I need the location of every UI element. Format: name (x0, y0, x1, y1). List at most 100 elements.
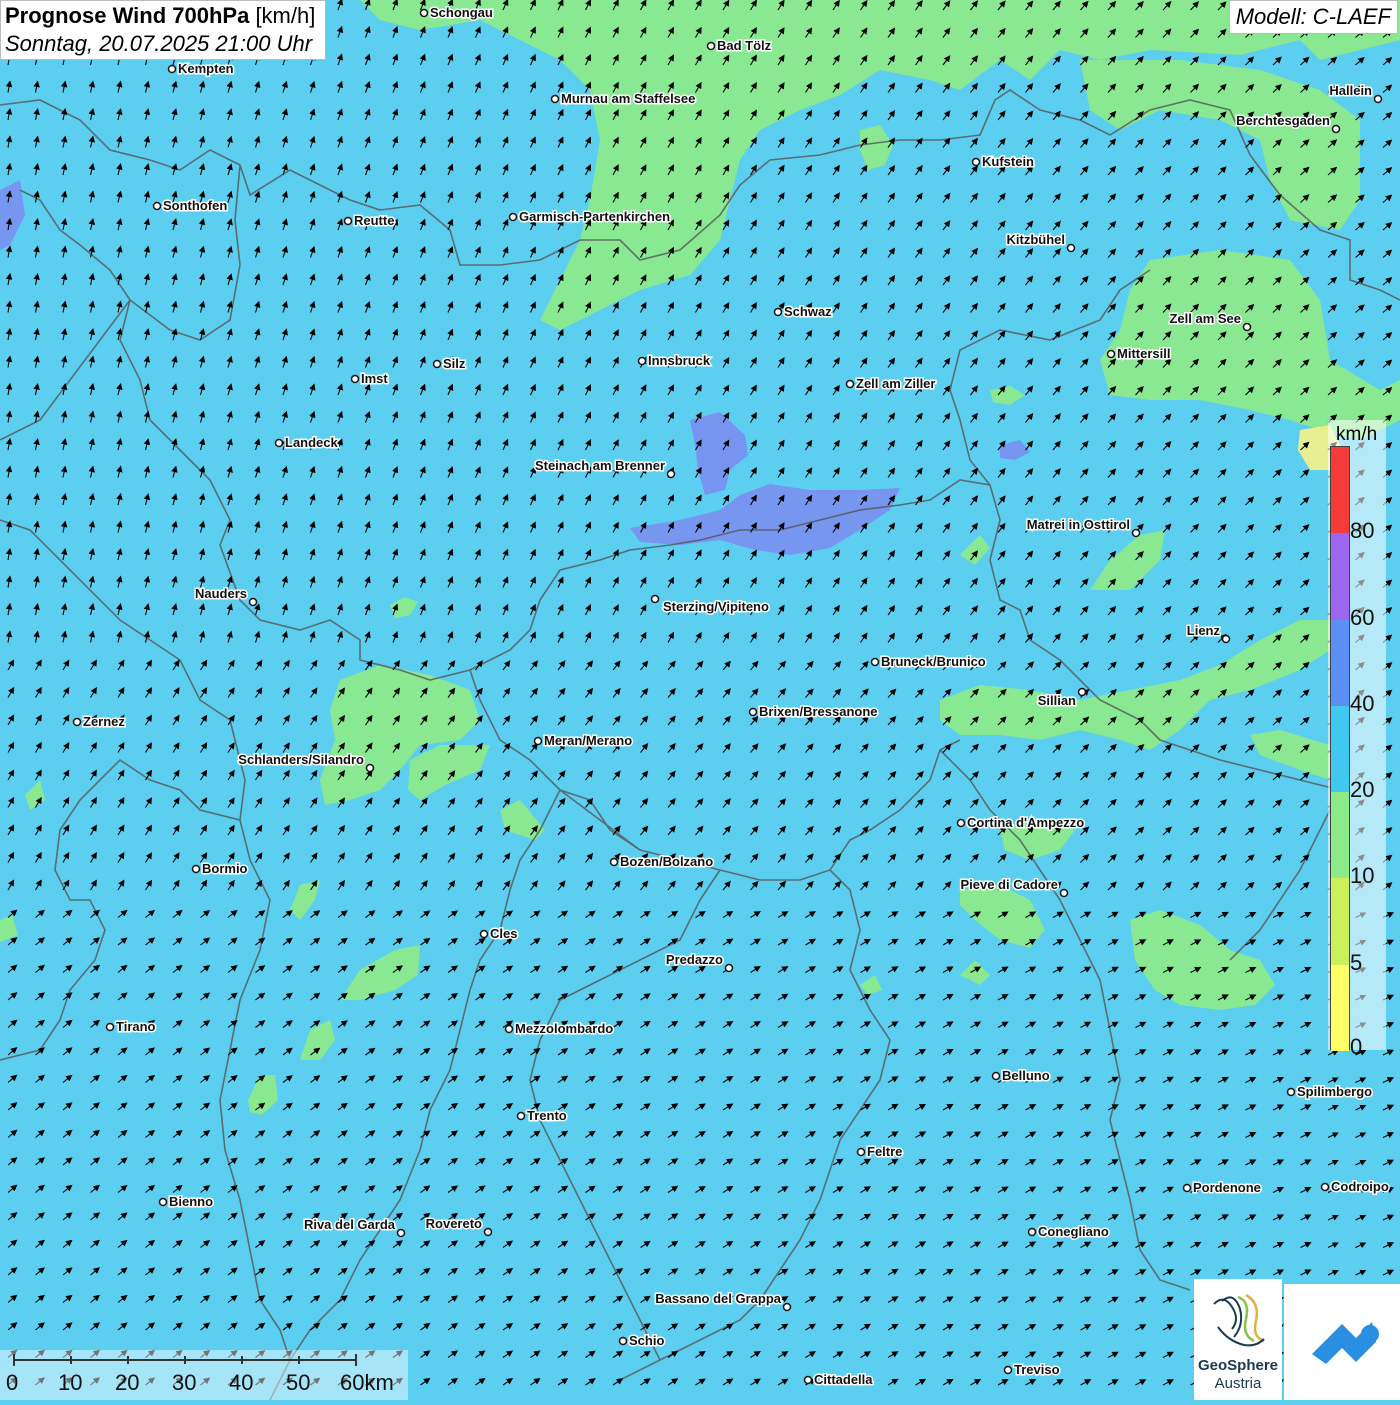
city-label: Bruneck/Brunico (881, 654, 986, 669)
city-label: Riva del Garda (304, 1217, 396, 1232)
city-dot (343, 216, 353, 226)
legend-segment (1331, 878, 1349, 965)
city-label: Belluno (1002, 1068, 1050, 1083)
city-dot (1027, 1227, 1037, 1237)
city-dot (1331, 124, 1341, 134)
city-marker[interactable]: Pordenone (1182, 1179, 1262, 1197)
city-dot (1077, 687, 1087, 697)
legend-segment (1331, 533, 1349, 620)
city-marker[interactable]: Innsbruck (637, 352, 712, 370)
city-marker[interactable]: Bruneck/Brunico (870, 653, 987, 671)
legend-tick-label: 80 (1350, 518, 1375, 544)
city-marker[interactable]: Schongau (419, 4, 494, 22)
city-dot (956, 818, 966, 828)
scale-bar: 0 10 20 30 40 50 60km (0, 1350, 408, 1400)
title-box: Prognose Wind 700hPa [km/h] Sonntag, 20.… (0, 0, 327, 60)
geosphere-sub: Austria (1214, 1375, 1262, 1392)
city-dot (191, 864, 201, 874)
legend-segment (1331, 792, 1349, 879)
city-marker[interactable]: Bozen/Bolzano (609, 853, 715, 871)
legend-tick-label: 5 (1350, 949, 1363, 975)
geosphere-logo[interactable]: GeoSphere Austria (1194, 1279, 1282, 1400)
city-dot (1286, 1087, 1296, 1097)
city-dot (483, 1227, 493, 1237)
city-dot (167, 64, 177, 74)
city-label: Bormio (202, 861, 248, 876)
city-label: Cles (490, 926, 517, 941)
city-marker[interactable]: Garmisch-Partenkirchen (508, 208, 672, 226)
city-marker[interactable]: Cortina d'Ampezzo (956, 814, 1086, 832)
city-label: Kufstein (982, 154, 1034, 169)
city-label: Landeck (285, 435, 339, 450)
legend-segment (1331, 619, 1349, 706)
city-label: Schongau (430, 5, 493, 20)
city-label: Garmisch-Partenkirchen (519, 209, 670, 224)
city-label: Sterzing/Vipiteno (663, 599, 769, 614)
city-dot (479, 929, 489, 939)
city-marker[interactable]: Belluno (991, 1067, 1051, 1085)
city-marker[interactable]: Zell am Ziller (845, 375, 937, 393)
legend-tick-label: 10 (1350, 863, 1375, 889)
city-label: Brixen/Bressanone (759, 704, 878, 719)
city-marker[interactable]: Mezzolombardo (504, 1020, 615, 1038)
city-label: Schio (629, 1333, 664, 1348)
city-label: Trento (527, 1108, 567, 1123)
city-marker[interactable]: Spilimbergo (1286, 1083, 1374, 1101)
city-marker[interactable]: Murnau am Staffelsee (550, 90, 697, 108)
city-dot (508, 212, 518, 222)
city-marker[interactable]: Sonthofen (152, 197, 229, 215)
scale-label-10: 10 (58, 1370, 83, 1395)
city-marker[interactable]: Bad Tölz (706, 37, 773, 55)
city-label: Schlanders/Silandro (238, 752, 364, 767)
model-label: Modell: C-LAEF (1228, 0, 1398, 34)
scale-label-60km: 60km (340, 1370, 394, 1395)
city-dot (158, 1197, 168, 1207)
city-marker[interactable]: Sterzing/Vipiteno (650, 594, 770, 616)
city-marker[interactable]: Kempten (167, 60, 235, 78)
city-label: Zell am Ziller (856, 376, 935, 391)
city-dot (274, 438, 284, 448)
city-dot (666, 469, 676, 479)
city-marker[interactable]: Landeck (274, 434, 340, 452)
legend-tick-label: 40 (1350, 690, 1375, 716)
city-marker[interactable]: Conegliano (1027, 1223, 1110, 1241)
city-dot (152, 201, 162, 211)
city-label: Reutte (354, 213, 394, 228)
city-label: Innsbruck (648, 353, 711, 368)
city-dot (396, 1228, 406, 1238)
city-label: Schwaz (784, 304, 832, 319)
scale-label-30: 30 (172, 1370, 197, 1395)
city-label: Murnau am Staffelsee (561, 91, 695, 106)
scale-label-50: 50 (286, 1370, 311, 1395)
city-dot (803, 1375, 813, 1385)
city-label: Tirano (116, 1019, 156, 1034)
city-marker[interactable]: Codroipo (1320, 1178, 1390, 1196)
geosphere-icon (1213, 1293, 1265, 1347)
city-label: Mittersill (1117, 346, 1170, 361)
city-dot (432, 359, 442, 369)
city-label: Meran/Merano (544, 733, 632, 748)
city-dot (971, 157, 981, 167)
color-legend: km/h 0 5 10 20 40 60 80 (1328, 420, 1386, 1059)
city-marker[interactable]: Kufstein (971, 153, 1036, 171)
city-label: Steinach am Brenner (535, 458, 665, 473)
city-marker[interactable]: Mittersill (1106, 345, 1172, 363)
scale-label-20: 20 (115, 1370, 140, 1395)
city-marker[interactable]: Brixen/Bressanone (748, 703, 879, 721)
city-dot (533, 736, 543, 746)
map-subtitle: Sonntag, 20.07.2025 21:00 Uhr (5, 31, 313, 56)
city-marker[interactable]: Cittadella (803, 1371, 875, 1389)
map-title: Prognose Wind 700hPa [km/h] (5, 3, 315, 29)
city-dot (504, 1024, 514, 1034)
city-dot (1320, 1182, 1330, 1192)
city-marker[interactable]: Schwaz (773, 303, 834, 321)
cloud-logo[interactable] (1284, 1284, 1400, 1400)
city-label: Zernez (83, 714, 125, 729)
city-dot (1106, 349, 1116, 359)
city-dot (1131, 528, 1141, 538)
city-dot (105, 1022, 115, 1032)
city-label: Imst (361, 371, 388, 386)
city-label: Nauders (195, 586, 247, 601)
city-dot (991, 1071, 1001, 1081)
city-marker[interactable]: Meran/Merano (533, 732, 634, 750)
